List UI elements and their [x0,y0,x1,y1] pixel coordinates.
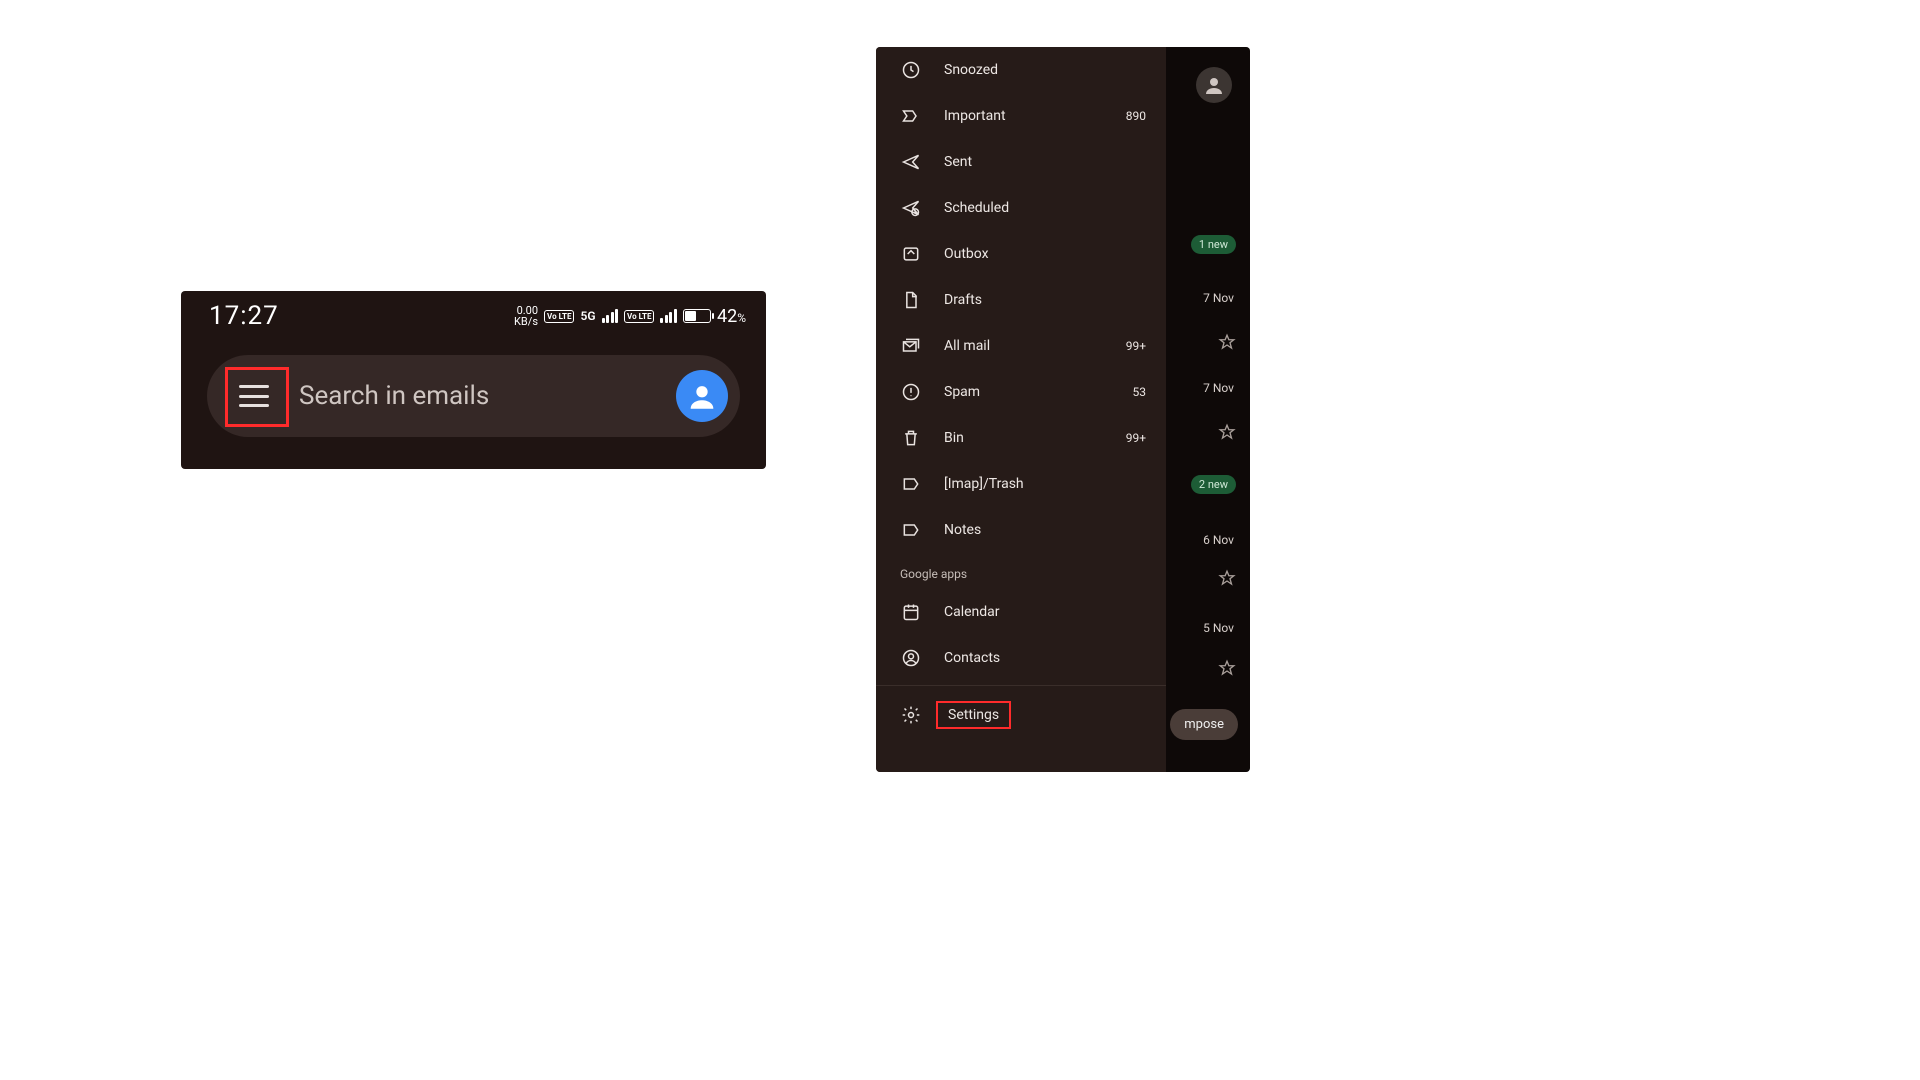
gear-icon [900,704,922,726]
nav-label: Contacts [922,650,1146,666]
search-bar[interactable]: Search in emails [207,355,740,437]
star-icon[interactable] [1218,569,1236,591]
status-time: 17:27 [209,301,279,331]
email-snippet: | 29... [1166,641,1250,655]
nav-item-drafts[interactable]: Drafts [876,277,1166,323]
email-snippet: o... [1166,249,1250,263]
compose-button[interactable]: mpose [1170,709,1238,740]
person-icon [1202,73,1226,97]
nav-label: Outbox [922,246,1146,262]
search-placeholder[interactable]: Search in emails [283,381,676,411]
settings-label: Settings [936,701,1011,729]
star-icon[interactable] [1218,423,1236,445]
email-snippet: nten... [1166,403,1250,417]
account-avatar-small[interactable] [1196,67,1232,103]
volte-icon-2: Vo LTE [624,310,654,323]
clock-icon [900,59,922,81]
gmail-drawer-panel: 1 new2 new7 Nov7 Nov6 Nov5 Novo...ive i.… [876,47,1250,772]
email-date: 6 Nov [1203,533,1234,547]
status-bar: 17:27 0.00 KB/s Vo LTE 5G Vo LTE 42% [181,291,766,337]
nav-label: Spam [922,384,1133,400]
battery-icon [683,309,711,323]
nav-item-snoozed[interactable]: Snoozed [876,47,1166,93]
email-date: 7 Nov [1203,381,1234,395]
nav-label: Drafts [922,292,1146,308]
nav-count: 890 [1126,109,1146,123]
google-app-calendar[interactable]: Calendar [876,589,1166,635]
inbox-underlay: 1 new2 new7 Nov7 Nov6 Nov5 Novo...ive i.… [1166,47,1250,772]
nav-label: Important [922,108,1126,124]
email-snippet: ive i... [1166,313,1250,327]
nav-item-all-mail[interactable]: All mail99+ [876,323,1166,369]
menu-button[interactable] [225,367,283,425]
google-apps-header: Google apps [876,553,1166,589]
new-badge: 2 new [1191,475,1236,494]
email-snippet: virtu... [1166,661,1250,675]
nav-item-outbox[interactable]: Outbox [876,231,1166,277]
nav-item-important[interactable]: Important890 [876,93,1166,139]
nav-label: Calendar [922,604,1146,620]
separator [876,685,1166,686]
volte-icon-1: Vo LTE [544,310,574,323]
nav-count: 53 [1133,385,1147,399]
star-icon[interactable] [1218,659,1236,681]
status-icons: 0.00 KB/s Vo LTE 5G Vo LTE 42% [514,305,746,327]
google-app-contacts[interactable]: Contacts [876,635,1166,681]
nav-item--imap-trash[interactable]: [Imap]/Trash [876,461,1166,507]
nav-item-sent[interactable]: Sent [876,139,1166,185]
nav-label: Notes [922,522,1146,538]
draft-icon [900,289,922,311]
nav-label: Sent [922,154,1146,170]
sent-icon [900,151,922,173]
email-date: 7 Nov [1203,291,1234,305]
email-snippet: for a... [1166,423,1250,437]
important-icon [900,105,922,127]
nav-label: Bin [922,430,1126,446]
nav-label: Scheduled [922,200,1146,216]
account-avatar[interactable] [676,370,728,422]
email-snippet: You'... [1166,333,1250,347]
allmail-icon [900,335,922,357]
star-icon[interactable] [1218,333,1236,355]
bin-icon [900,427,922,449]
nav-label: All mail [922,338,1126,354]
net-speed-unit: KB/s [514,316,538,327]
spam-icon [900,381,922,403]
nav-drawer: Snoozed Important890 Sent Scheduled Outbox Dr… [876,47,1166,772]
person-icon [685,379,719,413]
nav-item-bin[interactable]: Bin99+ [876,415,1166,461]
nav-item-spam[interactable]: Spam53 [876,369,1166,415]
label-icon [900,473,922,495]
nav-count: 99+ [1126,431,1146,445]
nav-label: Snoozed [922,62,1146,78]
battery-percent: 42% [717,306,746,327]
nav-count: 99+ [1126,339,1146,353]
label-icon [900,519,922,541]
signal-bars-icon [602,309,619,323]
settings-item[interactable]: Settings [876,692,1166,738]
nav-item-notes[interactable]: Notes [876,507,1166,553]
signal-bars-icon-2 [660,309,677,323]
outbox-icon [900,243,922,265]
hamburger-icon [239,385,269,407]
email-date: 5 Nov [1203,621,1234,635]
calendar-icon [900,601,922,623]
scheduled-icon [900,197,922,219]
nav-label: [Imap]/Trash [922,476,1146,492]
gmail-search-panel: 17:27 0.00 KB/s Vo LTE 5G Vo LTE 42% Sea… [181,291,766,469]
nav-item-scheduled[interactable]: Scheduled [876,185,1166,231]
contacts-icon [900,647,922,669]
email-snippet: ... [1166,499,1250,513]
email-snippet: king... [1166,571,1250,585]
network-type: 5G [580,309,595,323]
